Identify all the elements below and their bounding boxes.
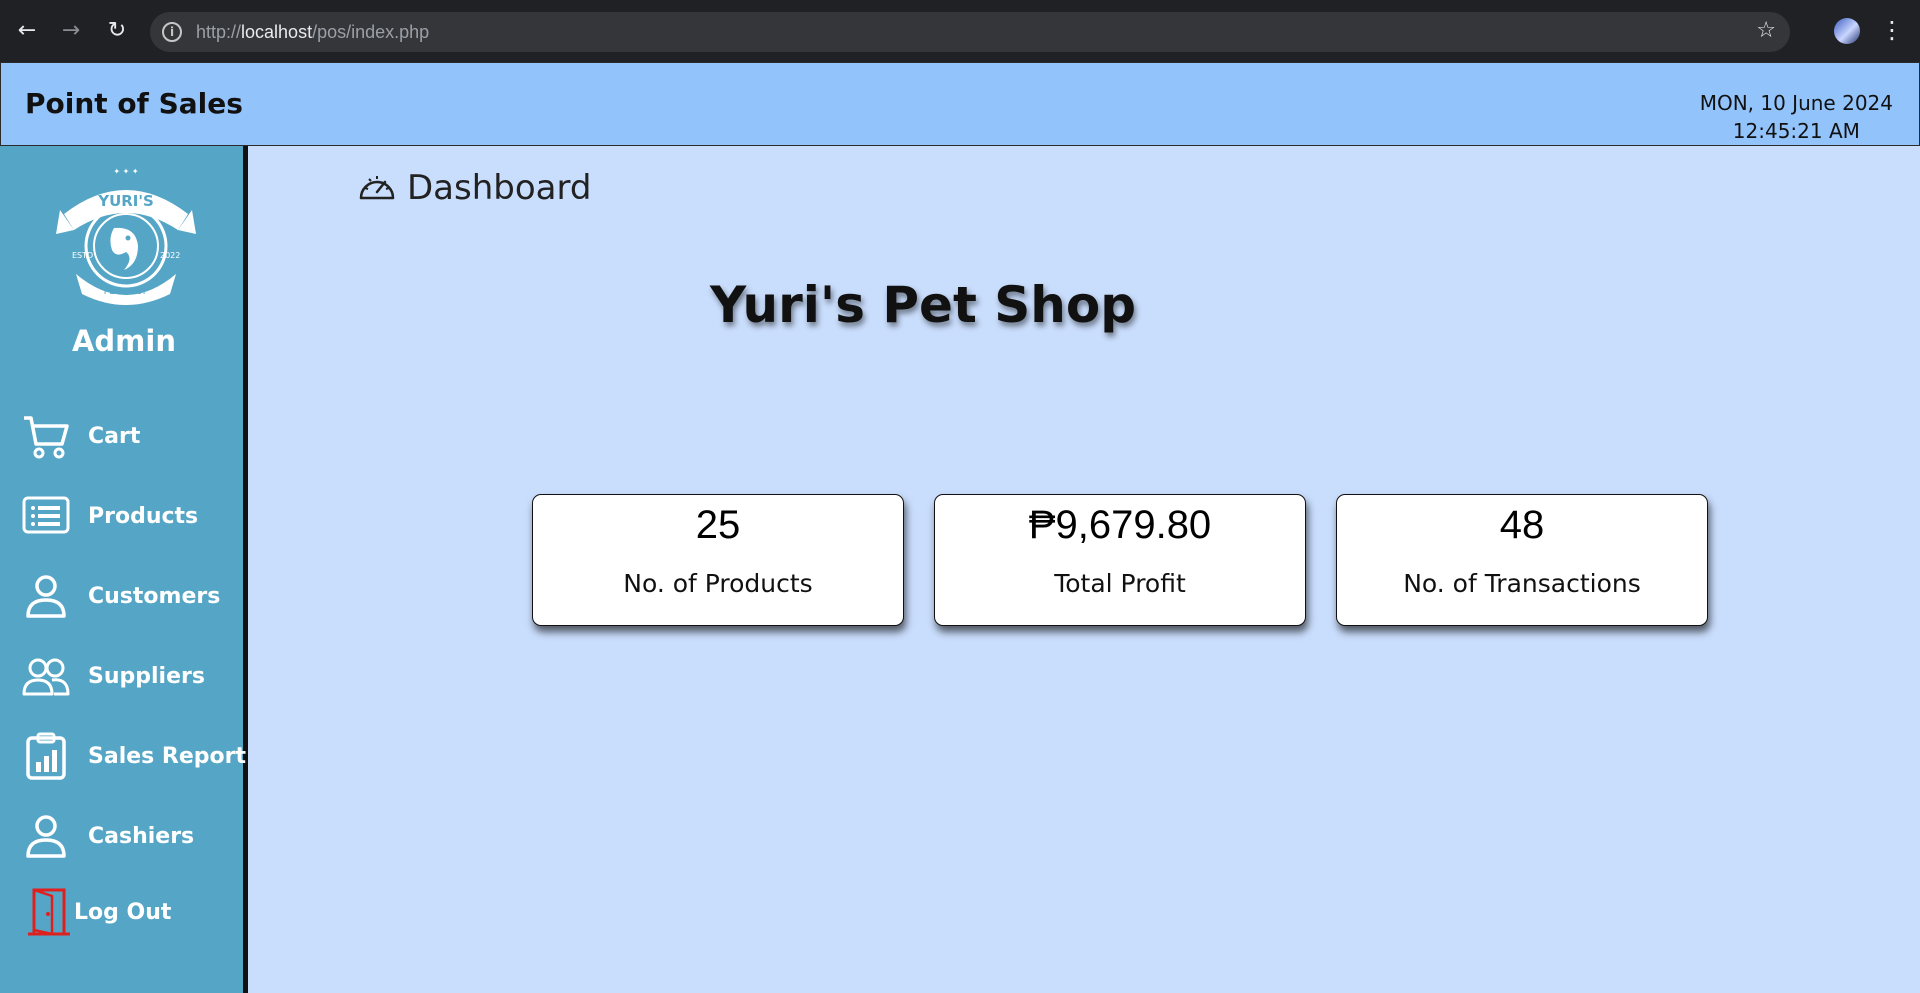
app-header: Point of Sales MON, 10 June 2024 12:45:2… xyxy=(0,62,1920,146)
svg-text:✦ ✦ ✦: ✦ ✦ ✦ xyxy=(113,167,138,176)
sidebar-item-label: Cart xyxy=(88,424,141,449)
user-icon xyxy=(26,815,66,858)
stat-value: 48 xyxy=(1499,503,1545,547)
sidebar-item-suppliers[interactable]: Suppliers xyxy=(22,652,242,704)
svg-text:PET SHOP: PET SHOP xyxy=(104,287,149,297)
sidebar-item-cart[interactable]: Cart xyxy=(22,412,242,464)
user-icon xyxy=(26,575,66,618)
stat-value: ₱9,679.80 xyxy=(1028,503,1212,547)
app-title: Point of Sales xyxy=(25,87,243,120)
main-content: Dashboard Yuri's Pet Shop 25 No. of Prod… xyxy=(253,146,1920,993)
back-arrow-icon[interactable]: ← xyxy=(12,16,42,46)
sidebar-item-cashiers[interactable]: Cashiers xyxy=(22,812,242,864)
sidebar-item-label: Log Out xyxy=(74,900,172,925)
stat-card-products: 25 No. of Products xyxy=(532,494,904,626)
site-info-icon[interactable]: i xyxy=(162,22,182,42)
browser-toolbar: ← → ↻ i http://localhost/pos/index.php ☆… xyxy=(0,0,1920,62)
pet-shop-logo: YURI'S ESTD 2022 PET SHOP ✦ ✦ ✦ xyxy=(56,167,196,305)
address-bar[interactable]: i http://localhost/pos/index.php ☆ xyxy=(150,12,1790,52)
user-role: Admin xyxy=(71,324,176,358)
speedometer-icon xyxy=(359,176,395,200)
sidebar-item-label: Sales Report xyxy=(88,744,246,769)
cart-icon xyxy=(24,416,69,459)
time-text: 12:45:21 AM xyxy=(1732,119,1860,143)
url-text[interactable]: http://localhost/pos/index.php xyxy=(196,22,429,43)
date-text: MON, 10 June 2024 xyxy=(1699,91,1893,115)
sidebar-item-label: Customers xyxy=(88,584,221,609)
svg-text:ESTD: ESTD xyxy=(72,251,93,260)
users-icon xyxy=(22,658,70,696)
profile-avatar[interactable] xyxy=(1834,18,1860,44)
page-title: Dashboard xyxy=(407,168,592,208)
stat-caption: No. of Products xyxy=(623,569,813,598)
shop-title: Yuri's Pet Shop xyxy=(709,276,1137,334)
stat-caption: Total Profit xyxy=(1054,569,1186,598)
report-icon xyxy=(26,732,66,780)
reload-icon[interactable]: ↻ xyxy=(102,16,132,46)
sidebar-item-label: Cashiers xyxy=(88,824,195,849)
svg-text:2022: 2022 xyxy=(160,251,180,260)
bookmark-star-icon[interactable]: ☆ xyxy=(1756,18,1776,43)
sidebar-item-sales-report[interactable]: Sales Report xyxy=(22,732,246,784)
stat-card-profit: ₱9,679.80 Total Profit xyxy=(934,494,1306,626)
sidebar-item-log-out[interactable]: Log Out xyxy=(22,888,242,940)
sidebar-item-customers[interactable]: Customers xyxy=(22,572,242,624)
svg-text:YURI'S: YURI'S xyxy=(97,192,154,210)
browser-menu-icon[interactable]: ⋮ xyxy=(1880,15,1904,45)
stat-card-transactions: 48 No. of Transactions xyxy=(1336,494,1708,626)
sidebar-item-label: Products xyxy=(88,504,199,529)
sidebar-item-products[interactable]: Products xyxy=(22,492,242,544)
door-icon xyxy=(28,888,70,936)
date-time: MON, 10 June 2024 12:45:21 AM xyxy=(1700,89,1893,145)
stat-value: 25 xyxy=(695,503,741,547)
stat-caption: No. of Transactions xyxy=(1403,569,1641,598)
sidebar-item-label: Suppliers xyxy=(88,664,205,689)
forward-arrow-icon[interactable]: → xyxy=(56,16,86,46)
sidebar: YURI'S ESTD 2022 PET SHOP ✦ ✦ ✦ Admin Ca… xyxy=(0,146,248,993)
list-icon xyxy=(22,496,70,534)
